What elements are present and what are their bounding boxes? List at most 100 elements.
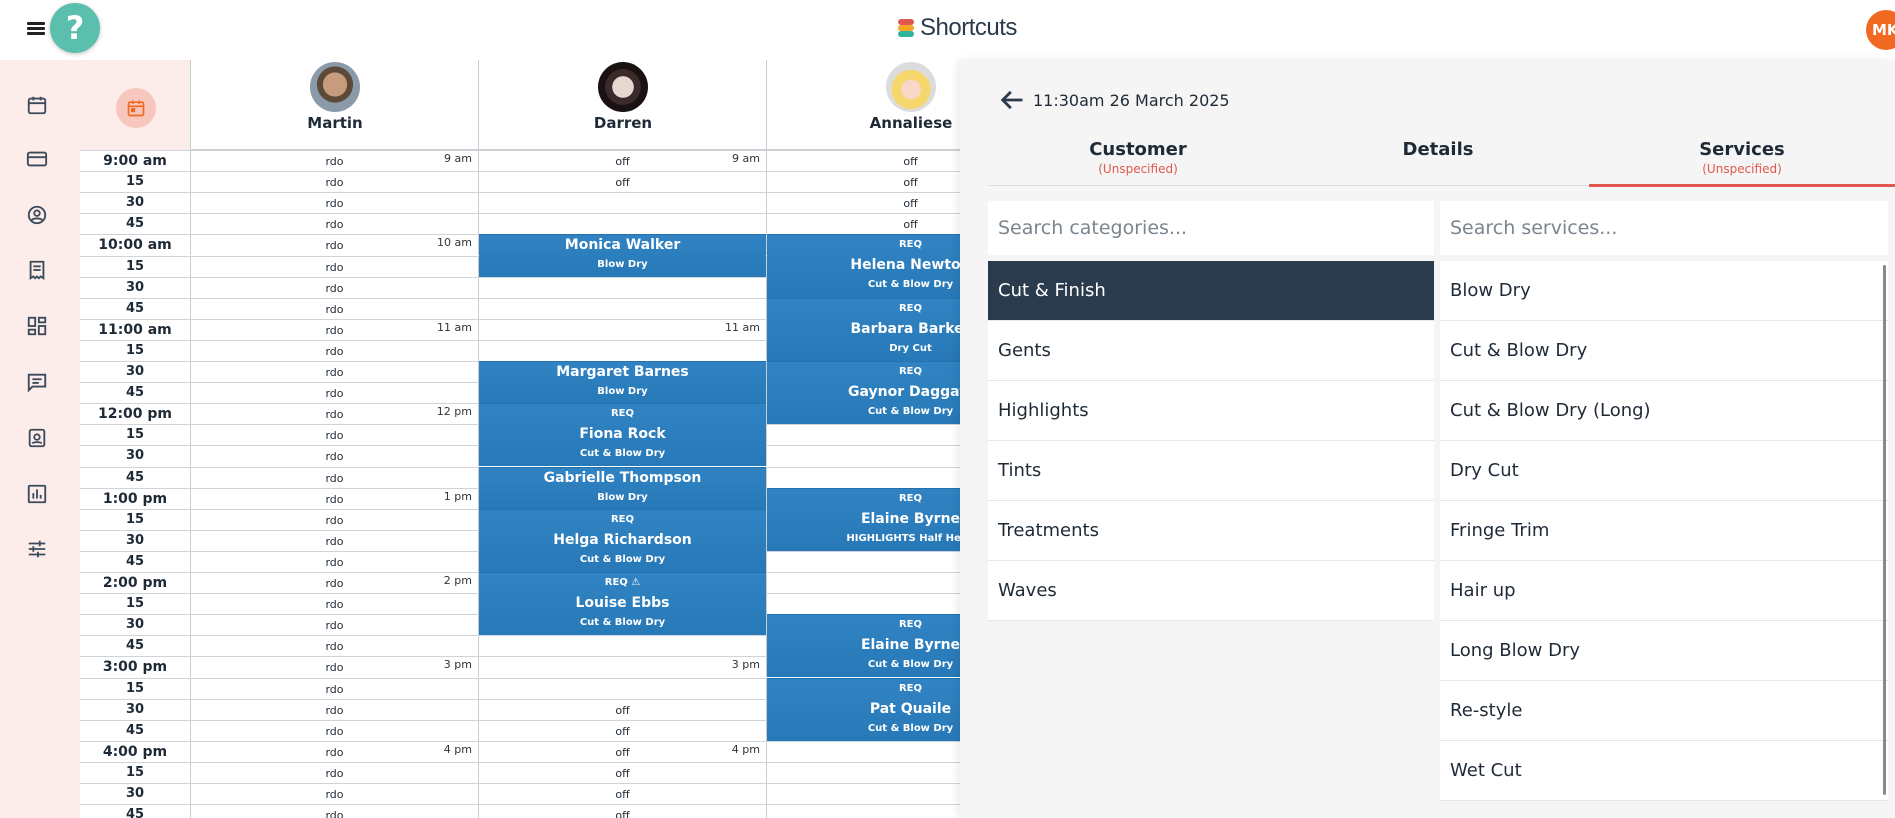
service-item[interactable]: Hair up bbox=[1440, 561, 1888, 621]
time-slot-martin[interactable]: rdo 4 pm bbox=[190, 740, 478, 762]
appointment-block[interactable]: REQ Helga Richardson Cut & Blow Dry bbox=[479, 508, 766, 572]
tab-details[interactable]: Details bbox=[1288, 138, 1588, 188]
id-badge-icon[interactable] bbox=[26, 427, 48, 449]
time-slot-martin[interactable]: rdo bbox=[190, 719, 478, 741]
appointment-block[interactable]: Monica Walker Blow Dry bbox=[479, 234, 766, 277]
time-slot-martin[interactable]: rdo bbox=[190, 424, 478, 446]
staff-column-header-darren[interactable]: Darren bbox=[478, 60, 766, 150]
category-item[interactable]: Highlights bbox=[988, 381, 1434, 441]
time-slot-annaliese[interactable]: off bbox=[766, 192, 960, 214]
time-slot-darren[interactable]: off bbox=[478, 761, 766, 783]
time-slot-annaliese[interactable]: off bbox=[766, 213, 960, 235]
time-slot-martin[interactable]: rdo bbox=[190, 445, 478, 467]
time-slot-martin[interactable]: rdo 9 am bbox=[190, 150, 478, 171]
time-slot-annaliese[interactable] bbox=[766, 740, 960, 762]
time-slot-darren[interactable] bbox=[478, 677, 766, 699]
time-slot-darren[interactable]: off 9 am bbox=[478, 150, 766, 171]
time-slot-martin[interactable]: rdo bbox=[190, 339, 478, 361]
time-slot-darren[interactable]: 3 pm bbox=[478, 656, 766, 678]
service-list-scrollbar[interactable] bbox=[1883, 265, 1886, 795]
message-icon[interactable] bbox=[26, 371, 48, 393]
time-slot-martin[interactable]: rdo 11 am bbox=[190, 318, 478, 340]
category-item[interactable]: Tints bbox=[988, 441, 1434, 501]
time-slot-martin[interactable]: rdo bbox=[190, 529, 478, 551]
category-item[interactable]: Waves bbox=[988, 561, 1434, 621]
time-slot-darren[interactable]: off bbox=[478, 719, 766, 741]
service-item[interactable]: Blow Dry bbox=[1440, 261, 1888, 321]
time-slot-annaliese[interactable] bbox=[766, 445, 960, 467]
time-slot-darren[interactable] bbox=[478, 297, 766, 319]
time-slot-martin[interactable]: rdo 2 pm bbox=[190, 572, 478, 593]
time-slot-martin[interactable]: rdo bbox=[190, 635, 478, 657]
time-slot-martin[interactable]: rdo bbox=[190, 382, 478, 404]
service-item[interactable]: Re-style bbox=[1440, 681, 1888, 741]
service-item[interactable]: Cut & Blow Dry bbox=[1440, 321, 1888, 381]
time-slot-martin[interactable]: rdo 3 pm bbox=[190, 656, 478, 678]
service-item[interactable]: Long Blow Dry bbox=[1440, 621, 1888, 681]
time-slot-annaliese[interactable] bbox=[766, 804, 960, 818]
time-slot-annaliese[interactable]: off bbox=[766, 171, 960, 193]
time-slot-martin[interactable]: rdo bbox=[190, 192, 478, 214]
back-button[interactable] bbox=[998, 86, 1026, 114]
time-slot-martin[interactable]: rdo bbox=[190, 213, 478, 235]
time-slot-annaliese[interactable] bbox=[766, 761, 960, 783]
appointment-block[interactable]: REQ Pat Quaile Cut & Blow Dry bbox=[767, 677, 960, 741]
time-slot-martin[interactable]: rdo bbox=[190, 614, 478, 636]
time-slot-martin[interactable]: rdo bbox=[190, 255, 478, 277]
time-slot-martin[interactable]: rdo bbox=[190, 466, 478, 488]
time-slot-darren[interactable] bbox=[478, 276, 766, 298]
tab-services[interactable]: Services (Unspecified) bbox=[1592, 138, 1892, 188]
date-picker-button[interactable] bbox=[116, 88, 156, 128]
time-slot-martin[interactable]: rdo bbox=[190, 297, 478, 319]
time-slot-darren[interactable]: off bbox=[478, 171, 766, 193]
menu-icon[interactable] bbox=[22, 16, 50, 40]
time-slot-martin[interactable]: rdo bbox=[190, 783, 478, 804]
time-slot-martin[interactable]: rdo bbox=[190, 804, 478, 818]
time-slot-darren[interactable] bbox=[478, 635, 766, 657]
category-item[interactable]: Cut & Finish bbox=[988, 261, 1434, 321]
time-slot-martin[interactable]: rdo 1 pm bbox=[190, 487, 478, 509]
user-circle-icon[interactable] bbox=[26, 204, 48, 226]
service-item[interactable]: Wet Cut bbox=[1440, 741, 1888, 801]
time-slot-darren[interactable]: off bbox=[478, 698, 766, 720]
time-slot-darren[interactable]: off bbox=[478, 804, 766, 818]
service-item[interactable]: Dry Cut bbox=[1440, 441, 1888, 501]
appointment-block[interactable]: REQ ⚠ Louise Ebbs Cut & Blow Dry bbox=[479, 572, 766, 636]
user-avatar[interactable]: MK bbox=[1866, 10, 1895, 50]
time-slot-annaliese[interactable]: off bbox=[766, 150, 960, 171]
appointment-block[interactable]: REQ Elaine Byrne Cut & Blow Dry bbox=[767, 614, 960, 678]
time-slot-darren[interactable] bbox=[478, 192, 766, 214]
time-slot-darren[interactable] bbox=[478, 339, 766, 361]
time-slot-martin[interactable]: rdo bbox=[190, 508, 478, 530]
time-slot-darren[interactable]: 11 am bbox=[478, 318, 766, 340]
time-slot-martin[interactable]: rdo bbox=[190, 276, 478, 298]
appointment-block[interactable]: Margaret Barnes Blow Dry bbox=[479, 361, 766, 404]
time-slot-martin[interactable]: rdo bbox=[190, 698, 478, 720]
staff-column-header-martin[interactable]: Martin bbox=[190, 60, 478, 150]
appointment-block[interactable]: Gabrielle Thompson Blow Dry bbox=[479, 466, 766, 509]
credit-card-icon[interactable] bbox=[26, 148, 48, 170]
appointment-block[interactable]: REQ Fiona Rock Cut & Blow Dry bbox=[479, 403, 766, 467]
time-slot-annaliese[interactable] bbox=[766, 466, 960, 488]
category-item[interactable]: Gents bbox=[988, 321, 1434, 381]
staff-column-header-annaliese[interactable]: Annaliese bbox=[766, 60, 960, 150]
time-slot-annaliese[interactable] bbox=[766, 783, 960, 804]
time-slot-martin[interactable]: rdo 12 pm bbox=[190, 403, 478, 425]
tab-customer[interactable]: Customer (Unspecified) bbox=[988, 138, 1288, 188]
time-slot-martin[interactable]: rdo bbox=[190, 761, 478, 783]
calendar-icon[interactable] bbox=[26, 94, 48, 116]
time-slot-darren[interactable] bbox=[478, 213, 766, 235]
appointment-block[interactable]: REQ Helena Newton Cut & Blow Dry bbox=[767, 234, 960, 298]
time-slot-annaliese[interactable] bbox=[766, 572, 960, 593]
service-item[interactable]: Fringe Trim bbox=[1440, 501, 1888, 561]
time-slot-annaliese[interactable] bbox=[766, 593, 960, 615]
category-item[interactable]: Treatments bbox=[988, 501, 1434, 561]
time-slot-martin[interactable]: rdo bbox=[190, 677, 478, 699]
help-button[interactable]: ? bbox=[50, 3, 100, 53]
time-slot-martin[interactable]: rdo bbox=[190, 171, 478, 193]
time-slot-annaliese[interactable] bbox=[766, 550, 960, 572]
time-slot-annaliese[interactable] bbox=[766, 424, 960, 446]
search-services-input[interactable] bbox=[1440, 201, 1888, 255]
time-slot-darren[interactable]: off 4 pm bbox=[478, 740, 766, 762]
time-slot-martin[interactable]: rdo bbox=[190, 593, 478, 615]
